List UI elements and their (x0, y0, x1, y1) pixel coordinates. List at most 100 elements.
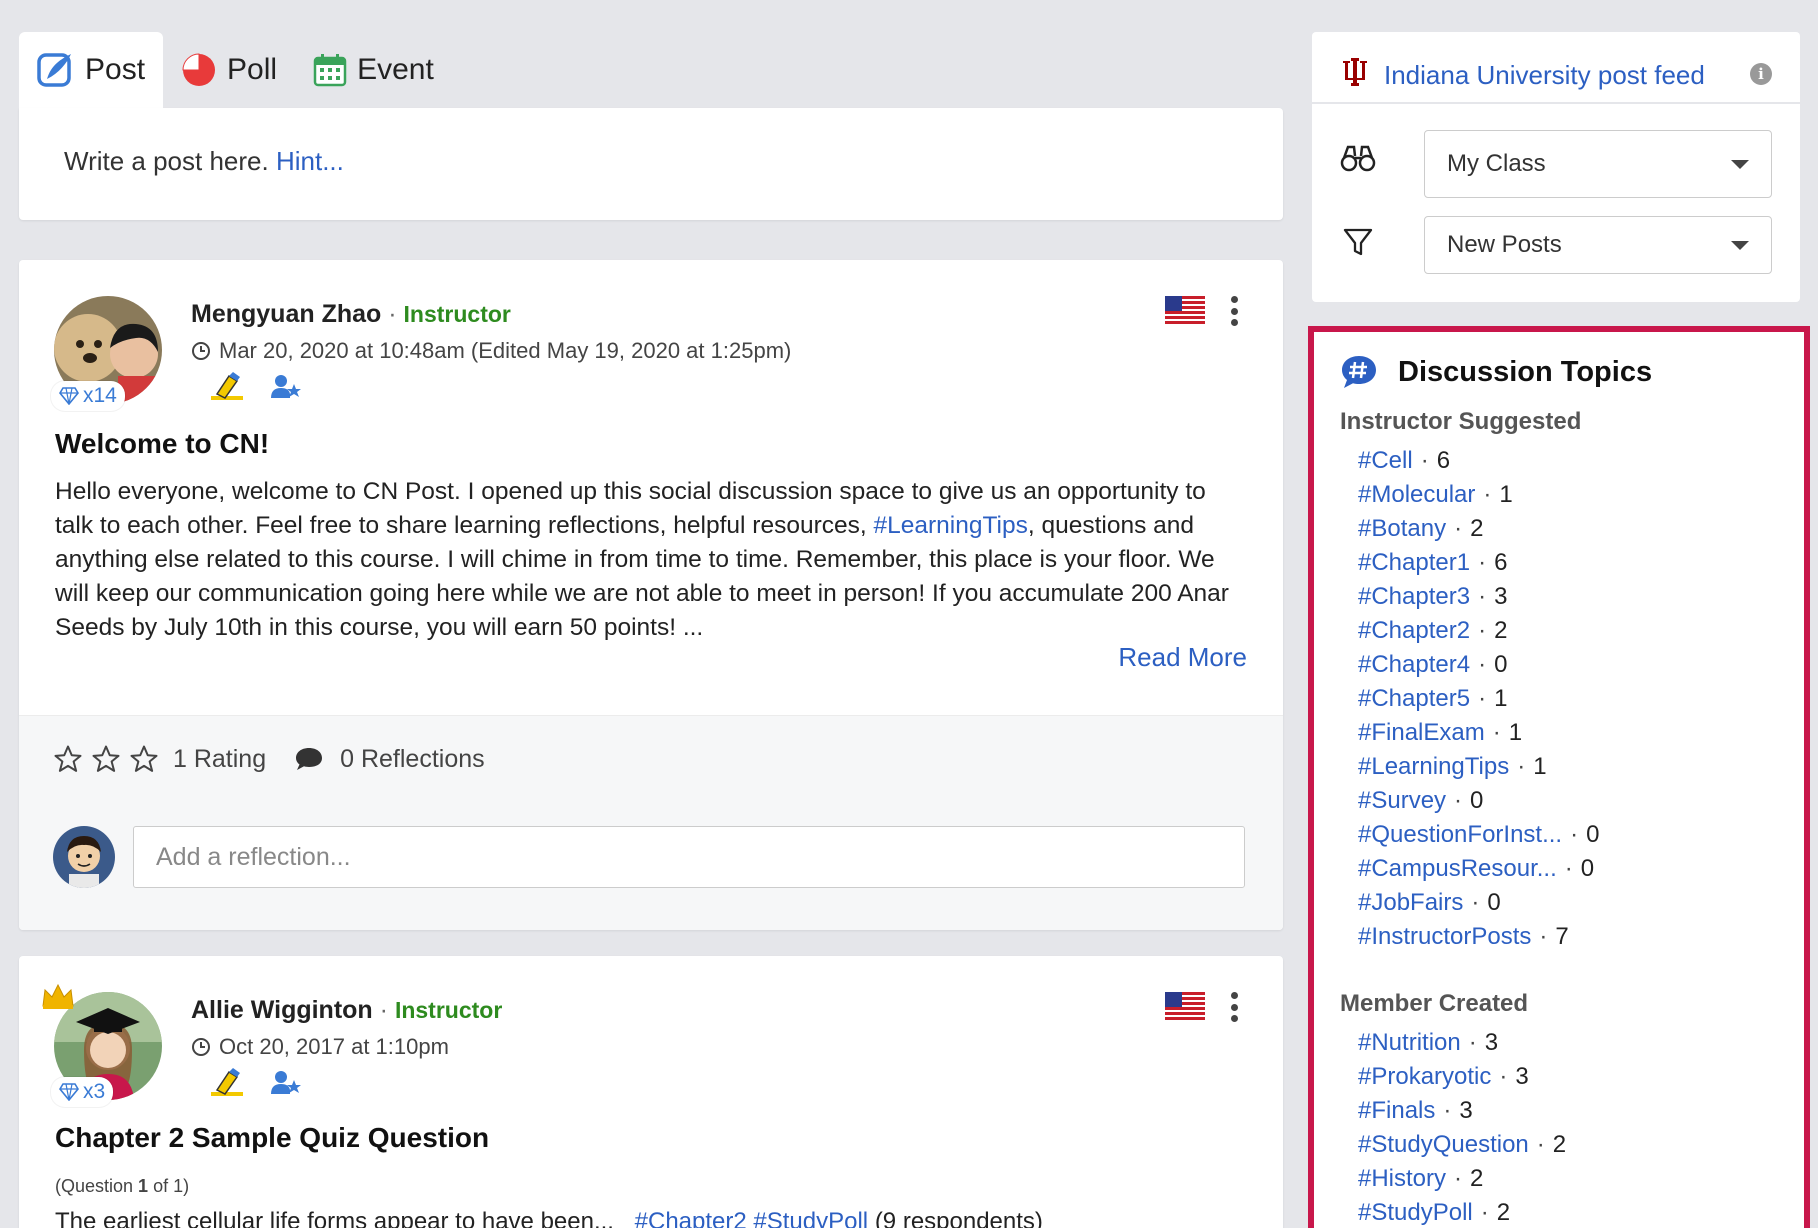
highlighter-icon (211, 372, 243, 400)
star-icon[interactable] (129, 744, 159, 774)
topic-item: #StudyQuestion · 2 (1358, 1128, 1566, 1162)
topic-tag-link[interactable]: #InstructorPosts (1358, 923, 1531, 951)
sort-select[interactable]: New Posts (1424, 216, 1772, 274)
topic-tag-link[interactable]: #Chapter5 (1358, 685, 1470, 713)
gem-badge: x3 (51, 1077, 114, 1107)
topic-tag-link[interactable]: #LearningTips (1358, 753, 1509, 781)
audience-select[interactable]: My Class (1424, 130, 1772, 198)
post-title[interactable]: Chapter 2 Sample Quiz Question (55, 1122, 489, 1154)
topic-separator: · (1539, 923, 1548, 950)
topic-tag-link[interactable]: #History (1358, 1165, 1446, 1193)
topic-count: 0 (1586, 821, 1600, 848)
topic-item: #Survey · 0 (1358, 784, 1599, 818)
question-meta-post: of 1) (148, 1176, 190, 1196)
topic-tag-link[interactable]: #Nutrition (1358, 1029, 1461, 1057)
topic-item: #InstructorPosts · 7 (1358, 920, 1599, 954)
star-rating[interactable] (53, 744, 159, 774)
iu-logo-icon (1343, 58, 1367, 86)
topic-separator: · (1564, 855, 1573, 882)
topic-tag-link[interactable]: #Chapter4 (1358, 651, 1470, 679)
topic-tag-link[interactable]: #Chapter3 (1358, 583, 1470, 611)
topic-tag-link[interactable]: #StudyPoll (1358, 1199, 1473, 1227)
feed-filters: My Class New Posts (1312, 104, 1800, 302)
topic-separator: · (1499, 1063, 1508, 1090)
topic-tag-link[interactable]: #Prokaryotic (1358, 1063, 1491, 1091)
composer-placeholder[interactable]: Write a post here. Hint... (64, 146, 344, 177)
topic-item: #Chapter1 · 6 (1358, 546, 1599, 580)
topic-separator: · (1420, 447, 1429, 474)
topic-tag-link[interactable]: #CampusResour... (1358, 855, 1557, 883)
post-author: Mengyuan Zhao · Instructor (191, 300, 511, 328)
discussion-topics-title: Discussion Topics (1398, 355, 1653, 388)
info-icon[interactable]: i (1750, 63, 1772, 85)
topic-count: 2 (1496, 1199, 1511, 1226)
post-card: x3 Allie Wigginton · Instructor Oct 20, … (19, 956, 1283, 1228)
topic-tag-link[interactable]: #Molecular (1358, 481, 1475, 509)
topic-separator: · (1478, 685, 1487, 712)
topic-tag-link[interactable]: #Chapter1 (1358, 549, 1470, 577)
topic-count: 1 (1494, 685, 1508, 712)
topic-tag-link[interactable]: #Botany (1358, 515, 1446, 543)
topic-item: #LearningTips · 1 (1358, 750, 1599, 784)
question-tag-studypoll[interactable]: #StudyPoll (753, 1208, 868, 1228)
feed-title-link[interactable]: Indiana University post feed (1384, 60, 1705, 91)
feed-header: Indiana University post feed i (1312, 32, 1800, 102)
topic-count: 1 (1533, 753, 1547, 780)
topic-count: 3 (1494, 583, 1508, 610)
chevron-down-icon (1731, 159, 1749, 169)
post-composer[interactable]: Write a post here. Hint... (19, 108, 1283, 220)
question-tag-chapter2[interactable]: #Chapter2 (635, 1208, 747, 1228)
topic-item: #Finals · 3 (1358, 1094, 1566, 1128)
topic-item: #FinalExam · 1 (1358, 716, 1599, 750)
tab-poll[interactable]: Poll (163, 32, 295, 108)
star-icon[interactable] (91, 744, 121, 774)
topic-separator: · (1480, 1199, 1489, 1226)
topic-tag-link[interactable]: #Chapter2 (1358, 617, 1470, 645)
topic-tag-link[interactable]: #JobFairs (1358, 889, 1463, 917)
reflections-count[interactable]: 0 Reflections (340, 745, 485, 774)
comment-bubble-icon (296, 748, 323, 770)
highlighter-icon (211, 1068, 243, 1096)
topic-separator: · (1478, 617, 1487, 644)
post-pen-icon (37, 51, 75, 89)
star-icon[interactable] (53, 744, 83, 774)
topic-tag-link[interactable]: #FinalExam (1358, 719, 1485, 747)
composer-hint-link[interactable]: Hint... (276, 146, 344, 176)
topic-item: #Chapter5 · 1 (1358, 682, 1599, 716)
topic-tag-link[interactable]: #Finals (1358, 1097, 1435, 1125)
gem-count: x3 (83, 1080, 106, 1103)
timestamp-text: Mar 20, 2020 at 10:48am (Edited May 19, … (219, 338, 792, 363)
author-name[interactable]: Allie Wigginton (191, 996, 373, 1024)
tab-post[interactable]: Post (19, 32, 164, 108)
post-title[interactable]: Welcome to CN! (55, 428, 269, 460)
reflection-input[interactable] (133, 826, 1245, 888)
topic-count: 6 (1436, 447, 1451, 474)
author-name[interactable]: Mengyuan Zhao (191, 300, 381, 328)
topic-separator: · (1517, 753, 1526, 780)
post-options-kebab[interactable] (1229, 992, 1239, 1022)
read-more-link[interactable]: Read More (1118, 642, 1247, 673)
timestamp-text: Oct 20, 2017 at 1:10pm (219, 1034, 449, 1059)
clock-icon (192, 342, 210, 360)
topic-count: 0 (1470, 787, 1484, 814)
clock-icon (192, 1038, 210, 1056)
diamond-icon (59, 1083, 79, 1101)
topic-count: 0 (1580, 855, 1595, 882)
rating-count: 1 Rating (173, 744, 267, 773)
topic-count: 0 (1487, 889, 1501, 916)
topic-tag-link[interactable]: #Cell (1358, 447, 1413, 475)
topic-separator: · (1483, 481, 1492, 508)
calendar-icon (313, 53, 347, 87)
topic-separator: · (1468, 1029, 1477, 1056)
topic-tag-link[interactable]: #Survey (1358, 787, 1446, 815)
topic-item: #CampusResour... · 0 (1358, 852, 1599, 886)
post-options-kebab[interactable] (1229, 296, 1239, 326)
tab-event[interactable]: Event (295, 32, 452, 108)
post-body-hashtag[interactable]: #LearningTips (873, 512, 1027, 539)
topic-count: 3 (1459, 1097, 1473, 1124)
topic-tag-link[interactable]: #QuestionForInst... (1358, 821, 1562, 849)
member-topic-list: #Nutrition · 3 #Prokaryotic · 3 #Finals · 3 #Stud… (1358, 1026, 1566, 1228)
topic-tag-link[interactable]: #StudyQuestion (1358, 1131, 1529, 1159)
audience-select-value: My Class (1447, 150, 1546, 177)
topic-count: 3 (1515, 1063, 1529, 1090)
